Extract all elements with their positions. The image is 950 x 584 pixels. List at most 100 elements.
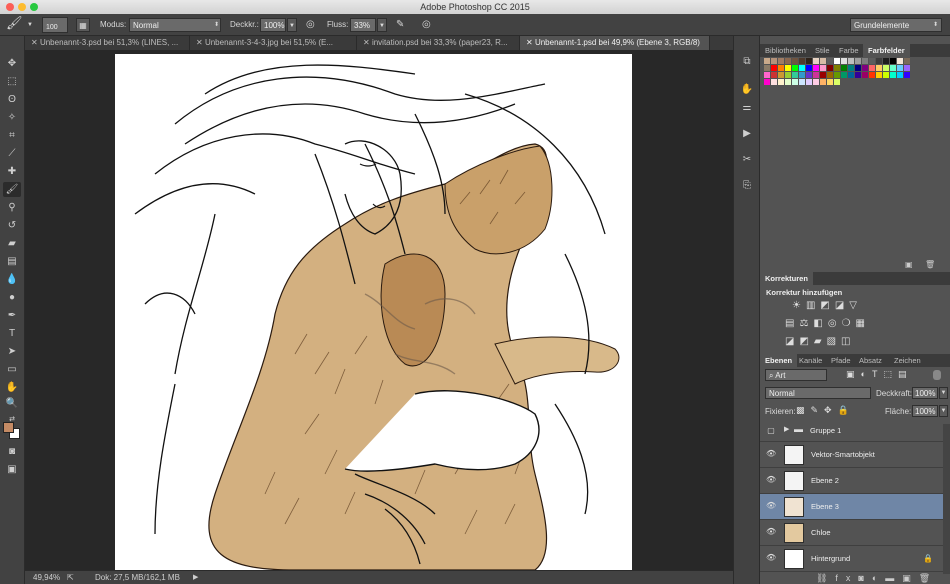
lasso-tool-icon[interactable]: ʘ bbox=[3, 92, 21, 107]
color-swatch[interactable] bbox=[904, 58, 910, 64]
tab-styles[interactable]: Stile bbox=[810, 44, 835, 57]
tab-paragraph[interactable]: Absatz bbox=[854, 354, 887, 367]
brush-tool-preset-icon[interactable]: 🖌 bbox=[6, 16, 23, 30]
brush-tool-icon[interactable]: 🖌 bbox=[3, 182, 21, 197]
eyedropper-tool-icon[interactable]: ⟋ bbox=[3, 146, 21, 161]
color-swatch[interactable] bbox=[806, 72, 812, 78]
eye-icon[interactable]: 👁 bbox=[766, 554, 776, 562]
visibility-toggle[interactable]: ▢ bbox=[766, 427, 776, 435]
history-panel-icon[interactable]: ⧉ bbox=[739, 54, 755, 70]
airbrush-icon[interactable]: ✎ bbox=[396, 18, 404, 32]
type-tool-icon[interactable]: T bbox=[3, 326, 21, 341]
color-swatch[interactable] bbox=[904, 72, 910, 78]
color-swatch[interactable] bbox=[904, 65, 910, 71]
color-swatch[interactable] bbox=[764, 65, 770, 71]
workspace-select[interactable]: Grundelemente bbox=[850, 18, 942, 32]
layer-filter-icons[interactable]: ▣◐T⬚▤ bbox=[846, 369, 912, 380]
color-swatch[interactable] bbox=[862, 65, 868, 71]
layer-actions-bar[interactable]: ⛓fx◙◐▬▣🗑 bbox=[816, 573, 938, 584]
color-swatch[interactable] bbox=[883, 65, 889, 71]
layer-row-selected[interactable]: 👁 Ebene 3 bbox=[760, 494, 943, 520]
color-swatch[interactable] bbox=[876, 58, 882, 64]
color-swatch[interactable] bbox=[771, 65, 777, 71]
color-swatch[interactable] bbox=[806, 65, 812, 71]
color-swatch[interactable] bbox=[799, 79, 805, 85]
color-swatch[interactable] bbox=[834, 65, 840, 71]
color-swatch[interactable] bbox=[897, 72, 903, 78]
layer-filter-select[interactable]: ⌕ Art bbox=[765, 369, 827, 381]
zoom-tool-icon[interactable]: 🔍 bbox=[3, 396, 21, 411]
close-window-button[interactable] bbox=[6, 3, 14, 11]
eye-icon[interactable]: 👁 bbox=[766, 528, 776, 536]
eraser-tool-icon[interactable]: ▰ bbox=[3, 236, 21, 251]
clone-stamp-tool-icon[interactable]: ⚲ bbox=[3, 200, 21, 215]
tab-close-icon[interactable]: ✕ bbox=[31, 38, 40, 47]
marquee-tool-icon[interactable]: ⬚ bbox=[3, 74, 21, 89]
color-swatch[interactable] bbox=[764, 79, 770, 85]
pressure-size-icon[interactable]: ◎ bbox=[422, 18, 431, 32]
brush-panel-icon[interactable]: ✋ bbox=[739, 82, 755, 98]
eye-icon[interactable]: 👁 bbox=[766, 450, 776, 458]
color-swatch[interactable] bbox=[806, 79, 812, 85]
adjustment-icons-row-3[interactable]: ◪◩▰▧◫ bbox=[785, 336, 855, 347]
color-swatch[interactable] bbox=[897, 58, 903, 64]
color-swatch[interactable] bbox=[876, 65, 882, 71]
rectangle-tool-icon[interactable]: ▭ bbox=[3, 362, 21, 377]
color-swatch[interactable] bbox=[834, 72, 840, 78]
gradient-tool-icon[interactable]: ▤ bbox=[3, 254, 21, 269]
color-swatch[interactable] bbox=[848, 58, 854, 64]
healing-brush-tool-icon[interactable]: ✚ bbox=[3, 164, 21, 179]
color-swatch[interactable] bbox=[890, 65, 896, 71]
color-swatch[interactable] bbox=[820, 72, 826, 78]
layer-opacity-dropdown-icon[interactable]: ▼ bbox=[939, 387, 948, 399]
layer-row[interactable]: 👁 Chloe bbox=[760, 520, 943, 546]
maximize-window-button[interactable] bbox=[30, 3, 38, 11]
tool-presets-icon[interactable]: ✂ bbox=[739, 152, 755, 168]
color-swatch[interactable] bbox=[869, 65, 875, 71]
color-swatch[interactable] bbox=[792, 72, 798, 78]
preset-dropdown-chevron-icon[interactable]: ▼ bbox=[27, 18, 33, 32]
color-swatch[interactable] bbox=[778, 79, 784, 85]
layer-fill-dropdown-icon[interactable]: ▼ bbox=[939, 405, 948, 417]
hand-tool-icon[interactable]: ✋ bbox=[3, 380, 21, 395]
foreground-color-swatch[interactable] bbox=[3, 422, 14, 433]
eye-icon[interactable]: 👁 bbox=[766, 502, 776, 510]
color-swatch[interactable] bbox=[820, 65, 826, 71]
new-swatch-icon[interactable]: ▣ bbox=[905, 260, 913, 269]
filter-toggle[interactable] bbox=[933, 370, 941, 380]
opacity-dropdown-icon[interactable]: ▼ bbox=[287, 18, 297, 32]
color-swatch[interactable] bbox=[855, 58, 861, 64]
color-swatch[interactable] bbox=[869, 58, 875, 64]
color-swatch[interactable] bbox=[771, 58, 777, 64]
color-swatch[interactable] bbox=[820, 58, 826, 64]
layers-scrollbar[interactable] bbox=[943, 424, 950, 574]
document-tab[interactable]: ✕ Unbenannt-3-4-3.jpg bei 51,5% (E... bbox=[190, 36, 357, 50]
export-icon[interactable]: ⇱ bbox=[67, 571, 74, 584]
tab-close-icon[interactable]: ✕ bbox=[196, 38, 205, 47]
lock-icons[interactable]: ▩✎✥🔒 bbox=[796, 405, 855, 416]
history-brush-tool-icon[interactable]: ↺ bbox=[3, 218, 21, 233]
tab-swatches[interactable]: Farbfelder bbox=[863, 44, 910, 57]
color-swatch[interactable] bbox=[820, 79, 826, 85]
layer-row[interactable]: ▢ ▶ ▬ Gruppe 1 bbox=[760, 420, 943, 442]
color-swatch[interactable] bbox=[855, 72, 861, 78]
properties-panel-icon[interactable]: ⚌ bbox=[739, 100, 755, 116]
delete-swatch-icon[interactable]: 🗑 bbox=[925, 260, 935, 269]
flow-dropdown-icon[interactable]: ▼ bbox=[377, 18, 387, 32]
color-swatch[interactable] bbox=[764, 58, 770, 64]
group-expand-icon[interactable]: ▶ bbox=[784, 425, 789, 433]
layer-row[interactable]: 👁 Vektor-Smartobjekt bbox=[760, 442, 943, 468]
brush-panel-toggle-icon[interactable]: ▦ bbox=[76, 18, 90, 32]
tab-paths[interactable]: Pfade bbox=[826, 354, 856, 367]
adjustment-icons-row-1[interactable]: ☀▥◩◪▽ bbox=[792, 300, 862, 311]
layer-fill-field[interactable]: 100% bbox=[912, 405, 938, 417]
crop-tool-icon[interactable]: ⌗ bbox=[3, 128, 21, 143]
color-swatch[interactable] bbox=[862, 58, 868, 64]
blur-tool-icon[interactable]: 💧 bbox=[3, 272, 21, 287]
color-swatch[interactable] bbox=[792, 65, 798, 71]
color-swatch[interactable] bbox=[792, 58, 798, 64]
color-swatch[interactable] bbox=[792, 79, 798, 85]
layer-opacity-field[interactable]: 100% bbox=[912, 387, 938, 399]
color-swatch[interactable] bbox=[883, 72, 889, 78]
color-swatch[interactable] bbox=[785, 65, 791, 71]
